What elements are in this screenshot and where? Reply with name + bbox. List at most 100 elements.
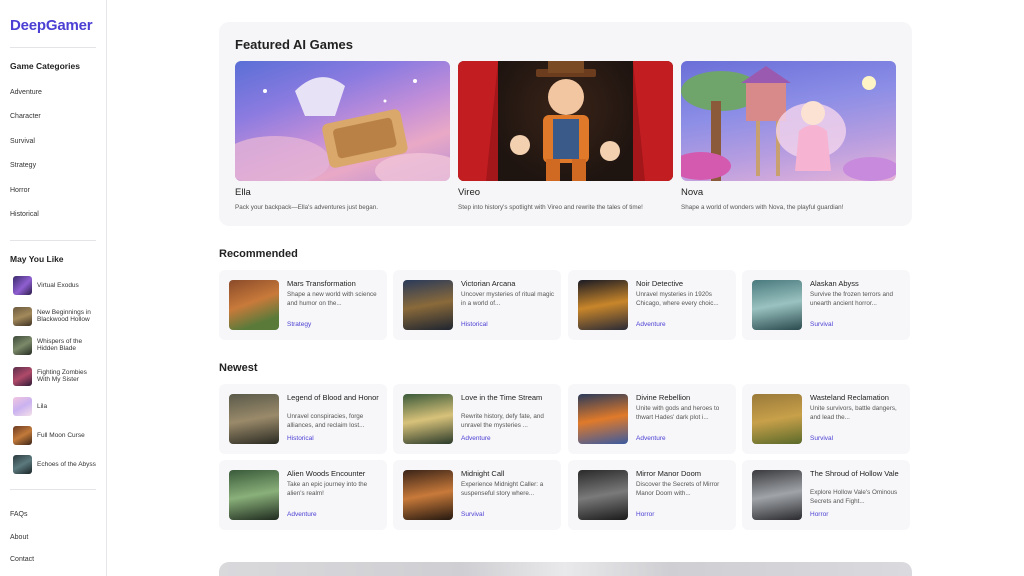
game-desc: Uncover mysteries of ritual magic in a w… xyxy=(461,291,555,307)
like-item-whispers-hidden-blade[interactable]: Whispers of the Hidden Blade xyxy=(13,334,99,356)
game-thumbnail xyxy=(229,470,279,520)
game-thumbnail xyxy=(13,396,32,416)
game-thumbnail xyxy=(752,394,802,444)
game-tag[interactable]: Adventure xyxy=(461,435,491,442)
game-title: Legend of Blood and Honor xyxy=(287,393,379,402)
sidebar-item-strategy[interactable]: Strategy xyxy=(10,162,36,169)
game-title: Alien Woods Encounter xyxy=(287,469,366,478)
game-title: Mirror Manor Doom xyxy=(636,469,702,478)
featured-image xyxy=(235,61,450,181)
sidebar-divider xyxy=(10,47,96,48)
brand-logo[interactable]: DeepGamer xyxy=(10,17,93,34)
game-thumbnail xyxy=(13,275,32,295)
game-tag[interactable]: Historical xyxy=(287,435,314,442)
featured-card-nova[interactable]: Nova Shape a world of wonders with Nova,… xyxy=(681,61,896,211)
sidebar-item-horror[interactable]: Horror xyxy=(10,187,30,194)
like-item-lila[interactable]: Lila xyxy=(13,395,99,417)
game-title: Divine Rebellion xyxy=(636,393,691,402)
like-item-virtual-exodus[interactable]: Virtual Exodus xyxy=(13,274,99,296)
like-item-new-beginnings[interactable]: New Beginnings in Blackwood Hollow xyxy=(13,305,99,327)
like-item-fighting-zombies[interactable]: Fighting Zombies With My Sister xyxy=(13,365,99,387)
game-desc: Shape a new world with science and humor… xyxy=(287,291,377,307)
categories-heading: Game Categories xyxy=(10,61,80,71)
like-item-label: New Beginnings in Blackwood Hollow xyxy=(37,309,91,323)
game-card-love-time-stream[interactable]: Love in the Time Stream Rewrite history,… xyxy=(393,384,561,454)
game-tag[interactable]: Horror xyxy=(636,511,654,518)
game-card-wasteland-reclamation[interactable]: Wasteland Reclamation Unite survivors, b… xyxy=(742,384,910,454)
sidebar-item-historical[interactable]: Historical xyxy=(10,211,39,218)
featured-desc: Pack your backpack—Ella's adventures jus… xyxy=(235,204,378,211)
game-thumbnail xyxy=(13,306,32,326)
game-thumbnail xyxy=(13,425,32,445)
featured-card-ella[interactable]: Ella Pack your backpack—Ella's adventure… xyxy=(235,61,450,211)
game-desc: Unravel mysteries in 1920s Chicago, wher… xyxy=(636,291,719,307)
game-card-noir-detective[interactable]: Noir Detective Unravel mysteries in 1920… xyxy=(568,270,736,340)
like-item-label: Virtual Exodus xyxy=(37,281,79,289)
game-card-victorian-arcana[interactable]: Victorian Arcana Uncover mysteries of ri… xyxy=(393,270,561,340)
game-thumbnail xyxy=(578,280,628,330)
game-card-legend-blood-honor[interactable]: Legend of Blood and Honor Unravel conspi… xyxy=(219,384,387,454)
game-card-alien-woods-encounter[interactable]: Alien Woods Encounter Take an epic journ… xyxy=(219,460,387,530)
game-title: Mars Transformation xyxy=(287,279,356,288)
sidebar-item-adventure[interactable]: Adventure xyxy=(10,89,42,96)
featured-name: Ella xyxy=(235,187,251,198)
faqs-link[interactable]: FAQs xyxy=(10,511,28,518)
game-desc: Discover the Secrets of Mirror Manor Doo… xyxy=(636,481,720,497)
game-thumbnail xyxy=(752,280,802,330)
featured-image xyxy=(681,61,896,181)
featured-name: Nova xyxy=(681,187,704,198)
recommended-title: Recommended xyxy=(219,248,298,260)
game-thumbnail xyxy=(13,366,32,386)
game-desc: Experience Midnight Caller: a suspensefu… xyxy=(461,481,544,497)
featured-illustration xyxy=(458,61,673,181)
game-thumbnail xyxy=(578,394,628,444)
game-thumbnail xyxy=(229,394,279,444)
like-item-label: Full Moon Curse xyxy=(37,431,85,439)
game-card-divine-rebellion[interactable]: Divine Rebellion Unite with gods and her… xyxy=(568,384,736,454)
newest-title: Newest xyxy=(219,362,258,374)
game-thumbnail xyxy=(578,470,628,520)
like-item-echoes-abyss[interactable]: Echoes of the Abyss xyxy=(13,453,99,475)
sidebar-item-character[interactable]: Character xyxy=(10,113,41,120)
like-item-label: Lila xyxy=(37,402,48,410)
game-title: Wasteland Reclamation xyxy=(810,393,889,402)
game-desc: Explore Hollow Vale's Ominous Secrets an… xyxy=(810,489,898,505)
game-tag[interactable]: Survival xyxy=(810,321,833,328)
featured-illustration xyxy=(235,77,450,181)
like-item-full-moon-curse[interactable]: Full Moon Curse xyxy=(13,424,99,446)
sidebar-item-survival[interactable]: Survival xyxy=(10,138,35,145)
game-card-alaskan-abyss[interactable]: Alaskan Abyss Survive the frozen terrors… xyxy=(742,270,910,340)
game-tag[interactable]: Survival xyxy=(461,511,484,518)
game-tag[interactable]: Historical xyxy=(461,321,488,328)
sidebar-divider xyxy=(10,240,96,241)
banner-preview[interactable] xyxy=(219,562,912,576)
game-card-shroud-hollow-vale[interactable]: The Shroud of Hollow Vale Explore Hollow… xyxy=(742,460,910,530)
game-tag[interactable]: Adventure xyxy=(636,321,666,328)
game-title: Alaskan Abyss xyxy=(810,279,859,288)
sidebar-divider xyxy=(10,489,96,490)
game-thumbnail xyxy=(752,470,802,520)
about-link[interactable]: About xyxy=(10,534,28,541)
featured-illustration xyxy=(681,66,896,181)
game-desc: Take an epic journey into the alien's re… xyxy=(287,481,368,497)
like-item-label: Fighting Zombies With My Sister xyxy=(37,369,87,383)
game-tag[interactable]: Strategy xyxy=(287,321,311,328)
game-card-mars-transformation[interactable]: Mars Transformation Shape a new world wi… xyxy=(219,270,387,340)
game-thumbnail xyxy=(403,394,453,444)
game-tag[interactable]: Survival xyxy=(810,435,833,442)
game-card-mirror-manor-doom[interactable]: Mirror Manor Doom Discover the Secrets o… xyxy=(568,460,736,530)
like-item-label: Echoes of the Abyss xyxy=(37,460,96,468)
game-desc: Rewrite history, defy fate, and unravel … xyxy=(461,413,544,429)
game-title: Victorian Arcana xyxy=(461,279,516,288)
contact-link[interactable]: Contact xyxy=(10,556,34,563)
like-item-label: Whispers of the Hidden Blade xyxy=(37,338,83,352)
featured-card-vireo[interactable]: Vireo Step into history's spotlight with… xyxy=(458,61,673,211)
game-tag[interactable]: Adventure xyxy=(636,435,666,442)
game-tag[interactable]: Horror xyxy=(810,511,828,518)
game-thumbnail xyxy=(13,454,32,474)
featured-title: Featured AI Games xyxy=(235,37,354,52)
featured-image xyxy=(458,61,673,181)
featured-name: Vireo xyxy=(458,187,481,198)
game-tag[interactable]: Adventure xyxy=(287,511,317,518)
game-card-midnight-call[interactable]: Midnight Call Experience Midnight Caller… xyxy=(393,460,561,530)
